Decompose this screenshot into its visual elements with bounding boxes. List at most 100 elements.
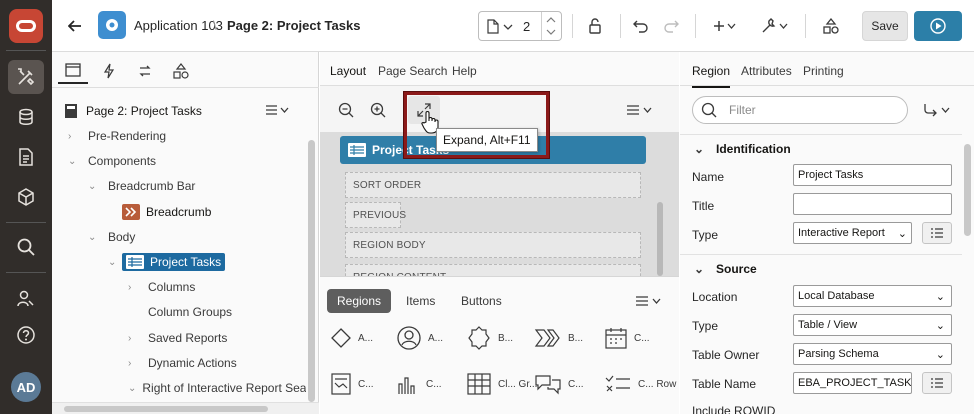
breadcrumb-icon (534, 329, 560, 347)
section-source[interactable]: ⌄ Source (680, 254, 962, 282)
tree-item[interactable]: Column Groups (148, 301, 232, 323)
tab-layout[interactable]: Layout (330, 64, 367, 88)
tab-dynamic-actions[interactable] (94, 58, 124, 84)
gallery-item[interactable]: A... (330, 320, 406, 356)
tab-printing[interactable]: Printing (803, 64, 844, 78)
shared-components-icon[interactable] (818, 11, 844, 41)
tree-item[interactable]: › Dynamic Actions (128, 352, 237, 374)
tree-item[interactable]: ⌄ Right of Interactive Report Searc (128, 377, 306, 399)
name-field[interactable]: Project Tasks (793, 164, 952, 186)
gallery-item[interactable]: C... Row (604, 366, 680, 402)
gallery-item[interactable]: Cl... Gr... (466, 366, 542, 402)
table-name-list-button[interactable] (922, 372, 952, 394)
oracle-logo[interactable] (9, 9, 43, 43)
tab-attributes[interactable]: Attributes (741, 64, 792, 78)
save-button[interactable]: Save (862, 11, 908, 41)
chevron-down-icon (503, 24, 513, 30)
zoom-out-icon[interactable] (338, 102, 354, 118)
gallery-item[interactable]: C... (534, 366, 610, 402)
source-type-select[interactable]: Table / View ⌄ (793, 314, 952, 336)
title-field[interactable] (793, 193, 952, 215)
administration-icon[interactable] (8, 282, 44, 316)
slot-sort-order[interactable]: SORT ORDER (345, 172, 641, 198)
tree-item[interactable]: › Pre-Rendering (68, 125, 166, 147)
gallery-item[interactable]: B... (534, 320, 610, 356)
chevron-down-icon[interactable] (546, 29, 556, 36)
tree-root[interactable]: Page 2: Project Tasks (64, 100, 202, 122)
gallery-item[interactable]: C... (396, 366, 472, 402)
page-number[interactable]: 2 (523, 19, 530, 34)
tab-help[interactable]: Help (452, 64, 477, 78)
avatar[interactable]: AD (11, 372, 41, 402)
sql-workshop-icon[interactable] (8, 100, 44, 134)
utilities-menu-button[interactable] (758, 11, 792, 41)
page-title: Page 2: Project Tasks (227, 18, 361, 33)
page-icon (65, 104, 77, 118)
canvas-scrollbar[interactable] (657, 202, 663, 276)
redo-icon[interactable] (658, 11, 684, 41)
table-name-field[interactable]: EBA_PROJECT_TASKS (793, 372, 912, 394)
team-development-icon[interactable] (8, 140, 44, 174)
gallery-item[interactable]: C... (330, 366, 406, 402)
slot-previous[interactable]: PREVIOUS (345, 202, 406, 228)
tab-rendering[interactable] (58, 58, 88, 84)
table-owner-select[interactable]: Parsing Schema ⌄ (793, 343, 952, 365)
tree-item[interactable]: › Columns (128, 276, 195, 298)
app-builder-icon[interactable] (8, 60, 44, 94)
chevron-down-icon: ⌄ (694, 261, 705, 276)
list-icon (931, 228, 943, 238)
tab-regions[interactable]: Regions (327, 289, 392, 313)
gallery-menu-button[interactable] (635, 295, 663, 307)
chevron-up-icon[interactable] (546, 16, 556, 23)
application-icon[interactable] (98, 11, 126, 39)
go-to-group-button[interactable] (922, 102, 952, 118)
breadcrumb-icon (122, 204, 140, 220)
zoom-in-icon[interactable] (370, 102, 386, 118)
tab-page-search[interactable]: Page Search (378, 64, 447, 78)
diamond-icon (331, 328, 351, 348)
tree-menu-button[interactable] (265, 104, 295, 116)
run-page-button[interactable] (914, 11, 962, 41)
tree-item-selected[interactable]: ⌄ Project Tasks (108, 251, 226, 273)
type-list-button[interactable] (922, 222, 952, 244)
search-icon[interactable] (8, 230, 44, 264)
breadcrumb-application[interactable]: Application 103 (134, 18, 223, 33)
property-scrollbar[interactable] (964, 144, 971, 236)
chevron-right-icon: › (128, 332, 132, 344)
lightning-icon (103, 63, 115, 79)
slot-region-body[interactable]: REGION BODY (345, 232, 641, 258)
location-select[interactable]: Local Database ⌄ (793, 285, 952, 307)
tree-item[interactable]: ⌄ Body (88, 226, 135, 248)
tree-scrollbar[interactable] (308, 140, 315, 402)
unlock-icon[interactable] (582, 11, 608, 41)
slot-region-content[interactable]: REGION CONTENT (345, 264, 641, 276)
filter-input[interactable]: Filter (692, 96, 908, 124)
tab-shared-components[interactable] (166, 58, 196, 84)
tree-item[interactable]: ⌄ Components (68, 150, 156, 172)
tab-buttons[interactable]: Buttons (451, 289, 512, 313)
undo-icon[interactable] (628, 11, 654, 41)
tree-item[interactable]: ⌄ Breadcrumb Bar (88, 175, 195, 197)
gallery-item[interactable]: A... (396, 320, 472, 356)
tab-region[interactable]: Region (692, 64, 731, 88)
back-arrow-icon[interactable] (64, 11, 86, 41)
toolbar-divider (695, 14, 696, 38)
section-identification[interactable]: ⌄ Identification (680, 134, 962, 162)
gallery-item[interactable]: C... (604, 320, 680, 356)
tab-items[interactable]: Items (396, 289, 445, 313)
help-icon[interactable] (8, 318, 44, 352)
type-select[interactable]: Interactive Report ⌄ (793, 222, 912, 244)
layout-menu-button[interactable] (626, 104, 654, 116)
gallery-item[interactable]: B... (466, 320, 542, 356)
tab-processing[interactable] (130, 58, 160, 84)
filter-placeholder: Filter (729, 103, 756, 117)
create-menu-button[interactable] (708, 11, 742, 41)
go-to-group-icon (924, 104, 950, 117)
chart-icon (398, 377, 415, 394)
tree-item[interactable]: › Saved Reports (128, 327, 227, 349)
gallery-icon[interactable] (8, 180, 44, 214)
scroll-thumb[interactable] (64, 406, 268, 412)
tree-horizontal-scrollbar[interactable] (52, 402, 319, 414)
page-selector[interactable]: 2 (478, 11, 562, 41)
tree-item[interactable]: Breadcrumb (122, 201, 211, 223)
